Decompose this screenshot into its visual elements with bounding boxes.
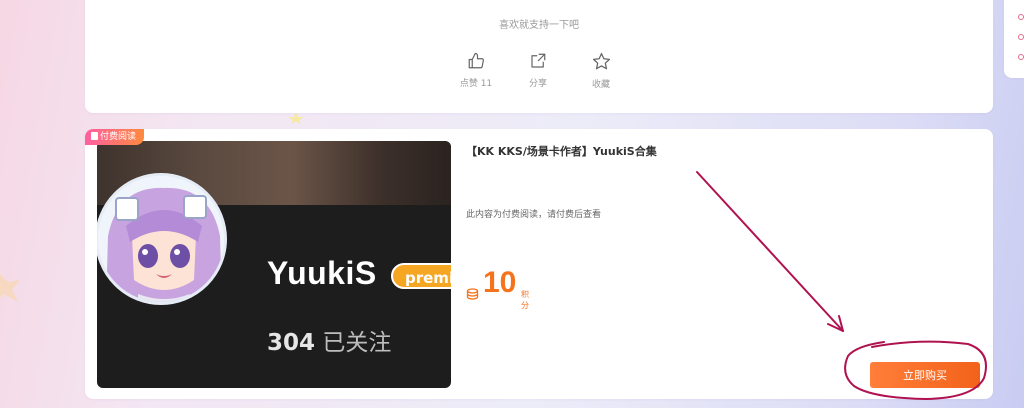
premium-tag: premi	[391, 263, 451, 289]
support-card: 喜欢就支持一下吧 点赞 11 分享 收藏	[85, 0, 993, 113]
post-thumbnail[interactable]: YuukiS premi 304 已关注	[97, 141, 451, 388]
thumbnail-username: YuukiS	[267, 255, 377, 291]
star-icon	[592, 52, 610, 70]
paid-read-label: 付费阅读	[100, 132, 137, 142]
thumbnail-followers: 304 已关注	[267, 323, 391, 357]
price-unit: 积分	[521, 290, 529, 310]
like-button[interactable]: 点赞 11	[451, 52, 501, 89]
support-text: 喜欢就支持一下吧	[499, 20, 579, 31]
decor-star-icon	[288, 112, 304, 124]
favorite-button[interactable]: 收藏	[576, 52, 626, 90]
share-icon	[531, 53, 546, 68]
share-label: 分享	[528, 79, 547, 89]
paid-description: 此内容为付费阅读，请付费后查看	[466, 210, 602, 220]
side-item-dot-icon[interactable]	[1018, 14, 1024, 20]
avatar	[97, 173, 227, 305]
like-label: 点赞 11	[459, 79, 493, 89]
coin-icon	[466, 288, 479, 300]
followers-label: 已关注	[322, 330, 392, 356]
thumbs-up-icon	[468, 52, 484, 69]
side-item-dot-icon[interactable]	[1018, 34, 1024, 40]
post-title[interactable]: 【KK KKS/场景卡作者】YuukiS合集	[466, 143, 657, 159]
side-panel	[1004, 0, 1024, 78]
price-value: 10	[483, 266, 517, 299]
decor-star-icon	[0, 274, 20, 302]
followers-count: 304	[267, 330, 316, 356]
favorite-label: 收藏	[591, 80, 610, 90]
side-item-dot-icon[interactable]	[1018, 54, 1024, 60]
share-button[interactable]: 分享	[513, 52, 563, 89]
buy-now-button[interactable]: 立即购买	[870, 362, 980, 388]
paid-read-badge: 付费阅读	[85, 129, 145, 145]
book-icon	[91, 132, 98, 140]
